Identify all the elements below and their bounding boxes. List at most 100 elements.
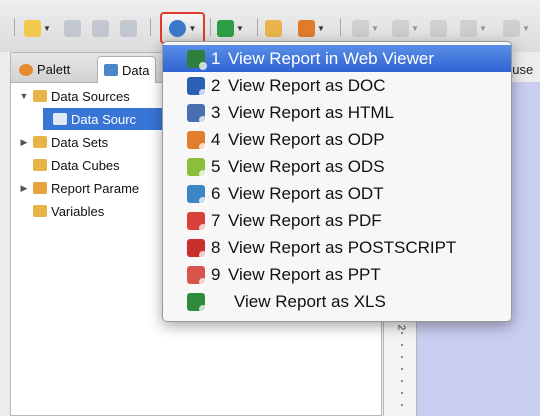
menu-item-html[interactable]: 3 View Report as HTML [163, 99, 511, 126]
nav-prev-button[interactable] [430, 15, 447, 41]
palette-icon [19, 63, 33, 76]
chevron-down-icon[interactable]: ▼ [317, 24, 325, 33]
tree-item[interactable]: ▶ Report Parame [19, 177, 140, 199]
odp-icon [187, 130, 207, 151]
new-file-button[interactable]: ▼ [24, 15, 51, 41]
tree-item[interactable]: Variables [19, 200, 104, 222]
menu-item-shortcut: 6 [211, 183, 221, 203]
ppt-icon [187, 265, 207, 286]
folder-icon [53, 113, 67, 125]
toolbar-separator [150, 18, 151, 36]
chevron-down-icon[interactable]: ▼ [479, 24, 487, 33]
data-tree-icon [104, 64, 118, 76]
menu-item-ods[interactable]: 5 View Report as ODS [163, 153, 511, 180]
chevron-down-icon[interactable]: ▼ [189, 24, 197, 33]
tab-palette-label: Palett [37, 62, 71, 77]
print-button[interactable] [120, 15, 137, 41]
menu-item-label: View Report in Web Viewer [228, 48, 434, 68]
menu-item-postscript[interactable]: 8 View Report as POSTSCRIPT [163, 234, 511, 261]
menu-item-pdf[interactable]: 7 View Report as PDF [163, 207, 511, 234]
nav-prev-icon [430, 19, 447, 37]
xls-icon [187, 292, 207, 313]
tree-item-label: Data Cubes [51, 157, 120, 173]
folder-icon [33, 90, 47, 102]
nav-history-button[interactable]: ▼ [392, 15, 419, 41]
ruler-tick [401, 368, 403, 370]
chevron-down-icon[interactable]: ▼ [43, 24, 51, 33]
pdf-icon [187, 211, 207, 232]
save-icon [64, 19, 81, 37]
save-all-button[interactable] [92, 15, 109, 41]
menu-item-ppt[interactable]: 9 View Report as PPT [163, 261, 511, 288]
nav-history-icon [392, 19, 409, 37]
menu-item-odt[interactable]: 6 View Report as ODT [163, 180, 511, 207]
menu-item-web-viewer[interactable]: 1 View Report in Web Viewer [163, 45, 511, 72]
web-viewer-icon [187, 49, 207, 70]
odt-icon [187, 184, 207, 205]
menu-item-shortcut: 5 [211, 156, 221, 176]
tree-item[interactable]: ▼ Data Sources [19, 85, 130, 107]
chevron-down-icon[interactable]: ▼ [522, 24, 530, 33]
run-report-menu: 1 View Report in Web Viewer 2 View Report a… [162, 41, 512, 322]
new-file-icon [24, 19, 41, 37]
expand-down-icon[interactable]: ▼ [19, 91, 29, 101]
nav-right-button[interactable]: ▼ [503, 15, 530, 41]
tab-palette[interactable]: Palett [13, 56, 76, 83]
toolbar-separator [210, 18, 211, 36]
folder-icon [33, 159, 47, 171]
ruler-tick [401, 380, 403, 382]
tab-data-label: Data [122, 62, 150, 78]
ruler-tick [401, 344, 403, 346]
debug-icon [217, 19, 234, 37]
menu-item-doc[interactable]: 2 View Report as DOC [163, 72, 511, 99]
nav-right-icon [503, 19, 520, 37]
save-button[interactable] [64, 15, 81, 41]
expand-right-icon[interactable]: ▶ [19, 183, 29, 194]
edit-button[interactable]: ▼ [298, 15, 325, 41]
chevron-down-icon[interactable]: ▼ [371, 24, 379, 33]
postscript-icon [187, 238, 207, 259]
save-all-icon [92, 19, 109, 37]
nav-back-icon [352, 19, 369, 37]
run-report-globe-icon [168, 19, 186, 37]
menu-item-shortcut: 9 [211, 264, 221, 284]
menu-item-label: View Report as XLS [234, 291, 386, 311]
open-folder-icon [265, 19, 282, 37]
menu-item-xls[interactable]: View Report as XLS [163, 288, 511, 315]
ruler-tick [401, 332, 403, 334]
ruler-tick [401, 392, 403, 394]
open-folder-button[interactable] [265, 15, 282, 41]
menu-item-odp[interactable]: 4 View Report as ODP [163, 126, 511, 153]
debug-button[interactable]: ▼ [217, 15, 244, 41]
ruler-tick [401, 404, 403, 406]
folder-icon [33, 182, 47, 194]
expand-right-icon[interactable]: ▶ [19, 137, 29, 148]
tree-item-label: Variables [51, 203, 105, 219]
nav-left-icon [460, 19, 477, 37]
run-report-button[interactable]: ▼ [160, 12, 205, 44]
tab-data[interactable]: Data [97, 56, 157, 83]
tree-item-label: Data Sources [51, 88, 130, 104]
menu-item-shortcut: 8 [211, 237, 221, 257]
nav-left-button[interactable]: ▼ [460, 15, 487, 41]
menu-item-shortcut: 3 [211, 102, 221, 122]
menu-item-shortcut: 4 [211, 129, 221, 149]
menu-item-label: View Report as PDF [228, 210, 382, 230]
tree-item-label: Report Parame [51, 180, 140, 196]
nav-back-button[interactable]: ▼ [352, 15, 379, 41]
menu-item-label: View Report as ODP [228, 129, 385, 149]
folder-icon [33, 136, 47, 148]
tree-item-label: Data Sourc [71, 111, 137, 127]
menu-item-label: View Report as PPT [228, 264, 381, 284]
tree-item[interactable]: Data Sourc [43, 108, 173, 130]
chevron-down-icon[interactable]: ▼ [236, 24, 244, 33]
tree-item[interactable]: ▶ Data Sets [19, 131, 109, 153]
toolbar-separator [14, 18, 15, 36]
chevron-down-icon[interactable]: ▼ [411, 24, 419, 33]
menu-item-label: View Report as ODS [228, 156, 385, 176]
edit-pencil-icon [298, 19, 315, 37]
tree-item[interactable]: Data Cubes [19, 154, 120, 176]
menu-item-shortcut: 2 [211, 75, 221, 95]
menu-item-label: View Report as DOC [228, 75, 386, 95]
print-icon [120, 19, 137, 37]
